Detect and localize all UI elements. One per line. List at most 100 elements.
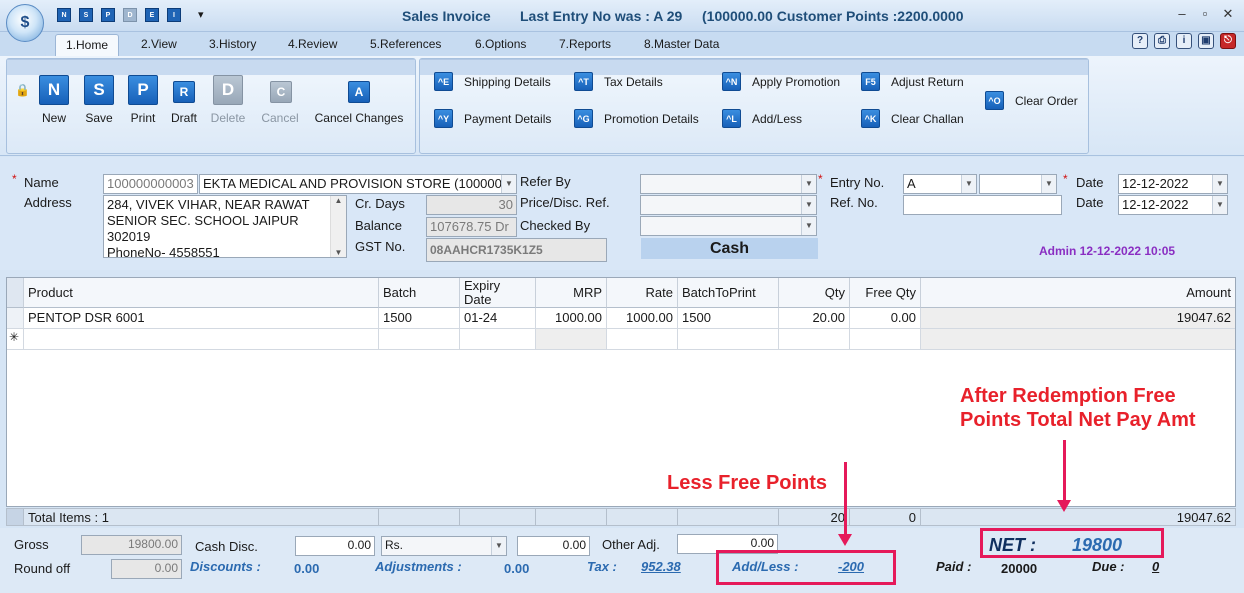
cash-disc-amount-field[interactable]: 0.00 [517, 536, 590, 556]
ref-no-field[interactable] [903, 195, 1062, 215]
tab-history[interactable]: 3.History [199, 34, 266, 56]
apply-promotion-icon[interactable]: ^N [722, 72, 741, 91]
entry-number-combo[interactable]: ▼ [979, 174, 1057, 194]
qat-print-icon[interactable]: P [101, 8, 115, 22]
table-row-free-qty[interactable]: 0.00 [850, 308, 921, 329]
col-rate[interactable]: Rate [607, 278, 678, 308]
col-expiry-date[interactable]: Expiry Date [460, 278, 536, 308]
promotion-details-button[interactable]: Promotion Details [604, 112, 699, 126]
chevron-down-icon[interactable]: ▼ [1212, 196, 1227, 214]
tax-details-button[interactable]: Tax Details [604, 75, 663, 89]
tab-home[interactable]: 1.Home [55, 34, 120, 56]
chevron-down-icon[interactable]: ▼ [1041, 175, 1056, 193]
chevron-down-icon[interactable]: ▼ [1212, 175, 1227, 193]
entry-series-combo[interactable]: A ▼ [903, 174, 977, 194]
price-disc-ref-combo[interactable]: ▼ [640, 195, 817, 215]
print-setup-icon[interactable]: ⎙ [1154, 33, 1170, 49]
adjust-return-button[interactable]: Adjust Return [891, 75, 964, 89]
tax-details-icon[interactable]: ^T [574, 72, 593, 91]
clear-order-button[interactable]: Clear Order [1015, 94, 1078, 108]
qat-export-icon[interactable]: E [145, 8, 159, 22]
cancel-button[interactable]: Cancel [259, 111, 301, 125]
app-menu-orb[interactable]: $ [6, 4, 44, 42]
scroll-up-icon[interactable]: ▲ [331, 196, 346, 205]
qat-save-icon[interactable]: S [79, 8, 93, 22]
qat-delete-icon[interactable]: D [123, 8, 137, 22]
table-row-product[interactable]: PENTOP DSR 6001 [24, 308, 379, 329]
tab-options[interactable]: 6.Options [465, 34, 536, 56]
qat-new-icon[interactable]: N [57, 8, 71, 22]
tax-link[interactable]: 952.38 [641, 559, 681, 574]
apply-promotion-button[interactable]: Apply Promotion [752, 75, 840, 89]
chevron-down-icon[interactable]: ▼ [801, 196, 816, 214]
add-less-icon[interactable]: ^L [722, 109, 741, 128]
new-row-rate[interactable] [607, 329, 678, 350]
qat-customize-icon[interactable]: ▾ [198, 8, 204, 21]
calculator-icon[interactable]: ▣ [1198, 33, 1214, 49]
payment-mode-cash[interactable]: Cash [641, 238, 818, 259]
help-icon[interactable]: ? [1132, 33, 1148, 49]
col-batch[interactable]: Batch [379, 278, 460, 308]
chevron-down-icon[interactable]: ▼ [801, 217, 816, 235]
print-button[interactable]: Print [123, 111, 163, 125]
restore-icon[interactable]: ▫ [1195, 6, 1215, 24]
new-row-qty[interactable] [779, 329, 850, 350]
new-row-expiry[interactable] [460, 329, 536, 350]
minimize-icon[interactable]: – [1172, 6, 1192, 24]
new-row-batch-to-print[interactable] [678, 329, 779, 350]
checked-by-combo[interactable]: ▼ [640, 216, 817, 236]
clear-challan-button[interactable]: Clear Challan [891, 112, 964, 126]
col-amount[interactable]: Amount [921, 278, 1235, 308]
disc-type-combo[interactable]: Rs. ▼ [381, 536, 507, 556]
table-row-qty[interactable]: 20.00 [779, 308, 850, 329]
col-free-qty[interactable]: Free Qty [850, 278, 921, 308]
shipping-details-icon[interactable]: ^E [434, 72, 453, 91]
new-row-mrp[interactable] [536, 329, 607, 350]
customer-name-combo[interactable]: EKTA MEDICAL AND PROVISION STORE (100000… [199, 174, 517, 194]
delete-button[interactable]: Delete [207, 111, 249, 125]
table-row-batch[interactable]: 1500 [379, 308, 460, 329]
new-button[interactable]: New [35, 111, 73, 125]
chevron-down-icon[interactable]: ▼ [491, 537, 506, 555]
address-scrollbar[interactable]: ▲ ▼ [330, 196, 346, 257]
delete-icon[interactable]: D [213, 75, 243, 105]
clear-order-icon[interactable]: ^O [985, 91, 1004, 110]
col-batch-to-print[interactable]: BatchToPrint [678, 278, 779, 308]
tab-view[interactable]: 2.View [131, 34, 187, 56]
cancel-changes-icon[interactable]: A [348, 81, 370, 103]
new-row-product[interactable] [24, 329, 379, 350]
adjust-return-icon[interactable]: F5 [861, 72, 880, 91]
shipping-details-button[interactable]: Shipping Details [464, 75, 551, 89]
new-row-free-qty[interactable] [850, 329, 921, 350]
table-row-batch-to-print[interactable]: 1500 [678, 308, 779, 329]
add-less-button[interactable]: Add/Less [752, 112, 802, 126]
tab-reports[interactable]: 7.Reports [549, 34, 621, 56]
col-mrp[interactable]: MRP [536, 278, 607, 308]
refer-by-combo[interactable]: ▼ [640, 174, 817, 194]
tab-master-data[interactable]: 8.Master Data [634, 34, 729, 56]
customer-code-field[interactable]: 100000000003 [103, 174, 198, 194]
promotion-details-icon[interactable]: ^G [574, 109, 593, 128]
table-row-expiry[interactable]: 01-24 [460, 308, 536, 329]
close-icon[interactable]: ✕ [1218, 6, 1238, 24]
cancel-icon[interactable]: C [270, 81, 292, 103]
cash-disc-field[interactable]: 0.00 [295, 536, 375, 556]
print-icon[interactable]: P [128, 75, 158, 105]
ref-date-picker[interactable]: 12-12-2022 ▼ [1118, 195, 1228, 215]
col-product[interactable]: Product [24, 278, 379, 308]
draft-icon[interactable]: R [173, 81, 195, 103]
clear-challan-icon[interactable]: ^K [861, 109, 880, 128]
chevron-down-icon[interactable]: ▼ [961, 175, 976, 193]
scroll-down-icon[interactable]: ▼ [331, 248, 346, 257]
payment-details-button[interactable]: Payment Details [464, 112, 551, 126]
chevron-down-icon[interactable]: ▼ [801, 175, 816, 193]
tab-references[interactable]: 5.References [360, 34, 451, 56]
tab-review[interactable]: 4.Review [278, 34, 347, 56]
chevron-down-icon[interactable]: ▼ [501, 175, 516, 193]
col-qty[interactable]: Qty [779, 278, 850, 308]
date-picker[interactable]: 12-12-2022 ▼ [1118, 174, 1228, 194]
row-selector[interactable] [7, 308, 24, 329]
save-icon[interactable]: S [84, 75, 114, 105]
payment-details-icon[interactable]: ^Y [434, 109, 453, 128]
cancel-changes-button[interactable]: Cancel Changes [313, 111, 405, 125]
